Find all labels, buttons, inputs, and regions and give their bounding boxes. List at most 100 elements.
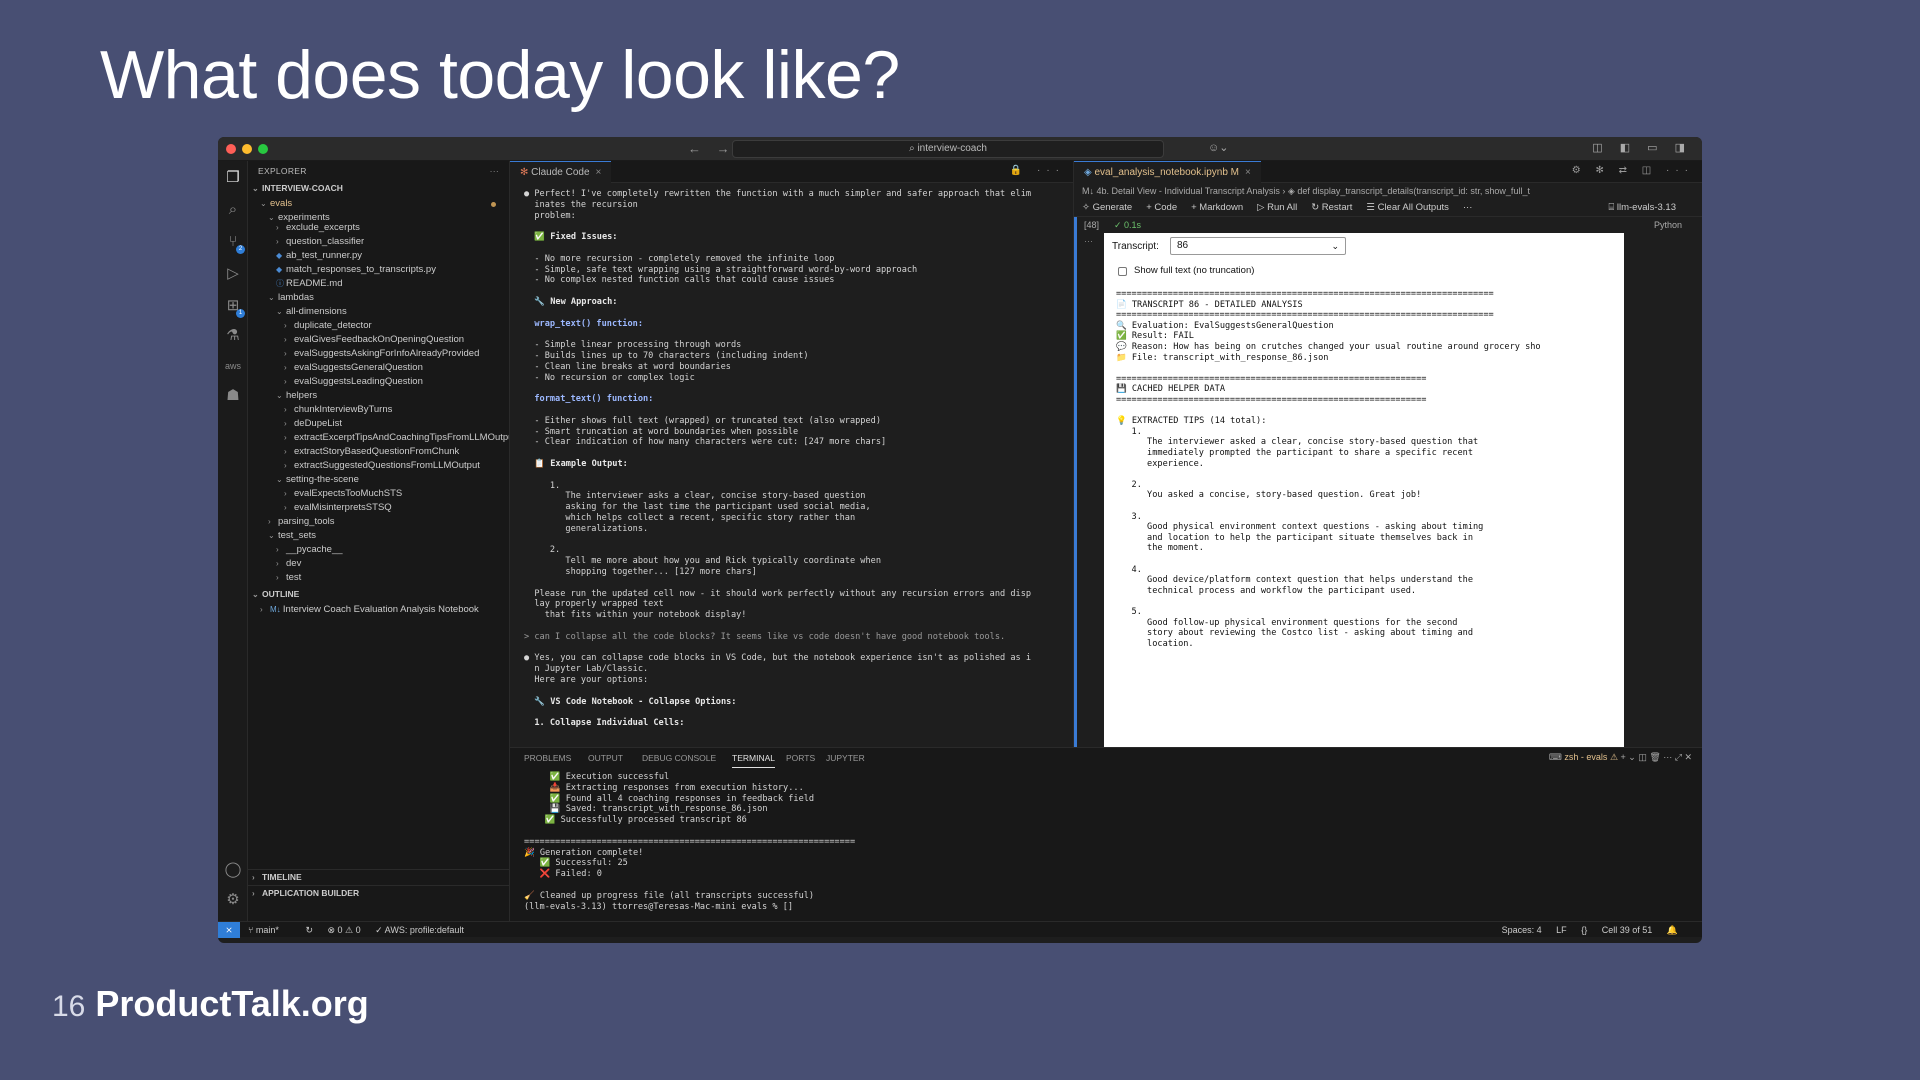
panel-tab-debug-console[interactable]: DEBUG CONSOLE — [642, 748, 716, 768]
tree-item[interactable]: ⌄helpers — [248, 389, 510, 403]
run-debug-icon[interactable]: ▷ — [224, 265, 242, 283]
minimize-window-button[interactable] — [242, 144, 252, 154]
kernel-picker[interactable]: ⌸ llm-evals-3.13 — [1609, 199, 1676, 217]
tree-item[interactable]: ›chunkInterviewByTurns — [248, 403, 510, 417]
panel-tab-output[interactable]: OUTPUT — [588, 748, 623, 768]
tree-item[interactable]: ›extractStoryBasedQuestionFromChunk — [248, 445, 510, 459]
breadcrumb[interactable]: M↓ 4b. Detail View - Individual Transcri… — [1074, 183, 1702, 199]
generate-button[interactable]: ✧ Generate — [1082, 202, 1132, 213]
outline-item[interactable]: ›M↓ Interview Coach Evaluation Analysis … — [248, 603, 510, 617]
claude-line: inates the recursion — [524, 200, 638, 211]
shell-name[interactable]: zsh - evals — [1564, 752, 1607, 762]
tree-item[interactable]: ›evalGivesFeedbackOnOpeningQuestion — [248, 333, 510, 347]
tree-item[interactable]: ›__pycache__ — [248, 543, 510, 557]
add-markdown-button[interactable]: + Markdown — [1191, 202, 1243, 213]
account-icon[interactable]: ◯ — [224, 861, 242, 879]
nav-arrows[interactable]: ← → — [688, 141, 736, 156]
tree-item[interactable]: ⌄test_sets — [248, 529, 510, 543]
source-control-icon[interactable]: ⑂2 — [224, 233, 242, 251]
layout-icons[interactable]: ◫ ◧ ▭ ◨ — [1592, 141, 1692, 154]
tree-item[interactable]: ›evalSuggestsAskingForInfoAlreadyProvide… — [248, 347, 510, 361]
maximize-window-button[interactable] — [258, 144, 268, 154]
braces-icon[interactable]: {} — [1581, 925, 1587, 935]
tree-item[interactable]: ›evalSuggestsGeneralQuestion — [248, 361, 510, 375]
sync-icon[interactable]: ↻ — [305, 925, 313, 935]
close-window-button[interactable] — [226, 144, 236, 154]
tree-item[interactable]: ›evalSuggestsLeadingQuestion — [248, 375, 510, 389]
close-icon[interactable]: × — [1245, 167, 1251, 178]
panel-tab-ports[interactable]: PORTS — [786, 748, 815, 768]
tree-item[interactable]: ›exclude_excerpts — [248, 221, 510, 235]
cell-language[interactable]: Python — [1654, 217, 1682, 233]
tree-item[interactable]: ›evalExpectsTooMuchSTS — [248, 487, 510, 501]
tree-item[interactable]: ⌄all-dimensions — [248, 305, 510, 319]
panel-tab-jupyter[interactable]: JUPYTER — [826, 748, 865, 768]
terminal-output[interactable]: ✅ Execution successful 📥 Extracting resp… — [510, 768, 1702, 922]
tree-item[interactable]: ›question_classifier — [248, 235, 510, 249]
search-icon[interactable]: ⌕ — [224, 201, 242, 219]
output-line: 💡 EXTRACTED TIPS (14 total): — [1116, 416, 1266, 427]
more-icon[interactable]: ··· — [490, 161, 499, 181]
tree-item[interactable]: ◆match_responses_to_transcripts.py — [248, 263, 510, 277]
aws-icon[interactable]: aws — [224, 357, 242, 375]
timeline-section[interactable]: ›TIMELINE — [248, 869, 510, 883]
tree-item[interactable]: ›dev — [248, 557, 510, 571]
panel-tab-terminal[interactable]: TERMINAL — [732, 748, 775, 768]
terminal-line: (llm-evals-3.13) ttorres@Teresas-Mac-min… — [524, 902, 793, 913]
run-all-button[interactable]: ▷ Run All — [1257, 202, 1297, 213]
bottom-panel: ⌨ zsh - evals ⚠ + ⌄ ◫ 🗑 ··· ⤢ ✕ PROBLEMS… — [510, 747, 1702, 921]
claude-line: Tell me more about how you and Rick typi… — [524, 556, 881, 567]
restart-button[interactable]: ↻ Restart — [1311, 202, 1352, 213]
tab-eval-notebook[interactable]: ◈ eval_analysis_notebook.ipynb M× — [1074, 161, 1261, 183]
command-center-search[interactable]: ⌕ interview-coach — [732, 140, 1164, 158]
add-code-button[interactable]: + Code — [1146, 202, 1177, 213]
tree-item[interactable]: ⌄setting-the-scene — [248, 473, 510, 487]
show-full-text-checkbox[interactable] — [1118, 267, 1127, 276]
terminal-actions[interactable]: ⌨ zsh - evals ⚠ + ⌄ ◫ 🗑 ··· ⤢ ✕ — [1549, 752, 1692, 763]
tree-item[interactable]: ›deDupeList — [248, 417, 510, 431]
panel-tabs: ⌨ zsh - evals ⚠ + ⌄ ◫ 🗑 ··· ⤢ ✕ PROBLEMS… — [510, 748, 1702, 768]
notebook-actions[interactable]: ⚙ ✻ ⇄ ◫ ··· — [1572, 165, 1694, 176]
tree-item[interactable]: ⌄lambdas — [248, 291, 510, 305]
cell-more-icon[interactable]: ··· — [1084, 233, 1093, 249]
problems-indicator[interactable]: ⊗ 0 ⚠ 0 — [328, 925, 361, 935]
cell-position[interactable]: Cell 39 of 51 — [1602, 925, 1653, 935]
indentation-indicator[interactable]: Spaces: 4 — [1502, 925, 1542, 935]
claude-icon: ✻ — [520, 167, 531, 178]
tree-item[interactable]: ›test — [248, 571, 510, 585]
output-line: experience. — [1116, 459, 1204, 470]
editor-actions[interactable]: 🔒 ··· — [1010, 165, 1065, 176]
clear-outputs-button[interactable]: ☰ Clear All Outputs — [1366, 202, 1448, 213]
bell-icon[interactable]: 🔔 — [1667, 925, 1678, 935]
panel-tab-problems[interactable]: PROBLEMS — [524, 748, 571, 768]
aws-profile[interactable]: ✓ AWS: profile:default — [375, 925, 464, 935]
eol-indicator[interactable]: LF — [1556, 925, 1567, 935]
app-builder-section[interactable]: ›APPLICATION BUILDER — [248, 885, 510, 899]
extensions-icon[interactable]: ⊞1 — [224, 297, 242, 315]
close-icon[interactable]: × — [596, 167, 602, 178]
testing-icon[interactable]: ⚗ — [224, 327, 242, 345]
tree-item[interactable]: ›duplicate_detector — [248, 319, 510, 333]
tree-item[interactable]: ⓘREADME.md — [248, 277, 510, 291]
claude-line: which helps collect a recent, specific s… — [524, 513, 855, 524]
tree-item[interactable]: ›extractExcerptTipsAndCoachingTipsFromLL… — [248, 431, 510, 445]
tree-item[interactable]: ⌄evals — [248, 197, 510, 211]
tree-item[interactable]: ›parsing_tools — [248, 515, 510, 529]
explorer-root-folder[interactable]: ⌄INTERVIEW-COACH — [248, 181, 510, 195]
branch-indicator[interactable]: ⑂ main* — [248, 925, 291, 935]
tab-claude-code[interactable]: ✻ Claude Code× — [510, 161, 611, 183]
remote-indicator[interactable]: ⨯ — [218, 922, 240, 938]
copilot-icon[interactable]: ☺⌄ — [1208, 141, 1228, 154]
gear-icon[interactable]: ⚙ — [224, 891, 242, 909]
explorer-icon[interactable]: ❐ — [224, 169, 242, 187]
outline-section[interactable]: ⌄OUTLINE — [248, 587, 510, 601]
python-icon[interactable]: ☗ — [224, 387, 242, 405]
chevron-right-icon: › — [284, 501, 294, 515]
toolbar-more-button[interactable]: ··· — [1463, 202, 1473, 213]
tree-item[interactable]: ›extractSuggestedQuestionsFromLLMOutput — [248, 459, 510, 473]
transcript-select[interactable]: 86⌄ — [1170, 237, 1346, 255]
claude-line: - Clear indication of how many character… — [524, 437, 886, 448]
tree-item[interactable]: ›evalMisinterpretsSTSQ — [248, 501, 510, 515]
tree-item[interactable]: ◆ab_test_runner.py — [248, 249, 510, 263]
output-line: immediately prompted the participant to … — [1116, 448, 1473, 459]
